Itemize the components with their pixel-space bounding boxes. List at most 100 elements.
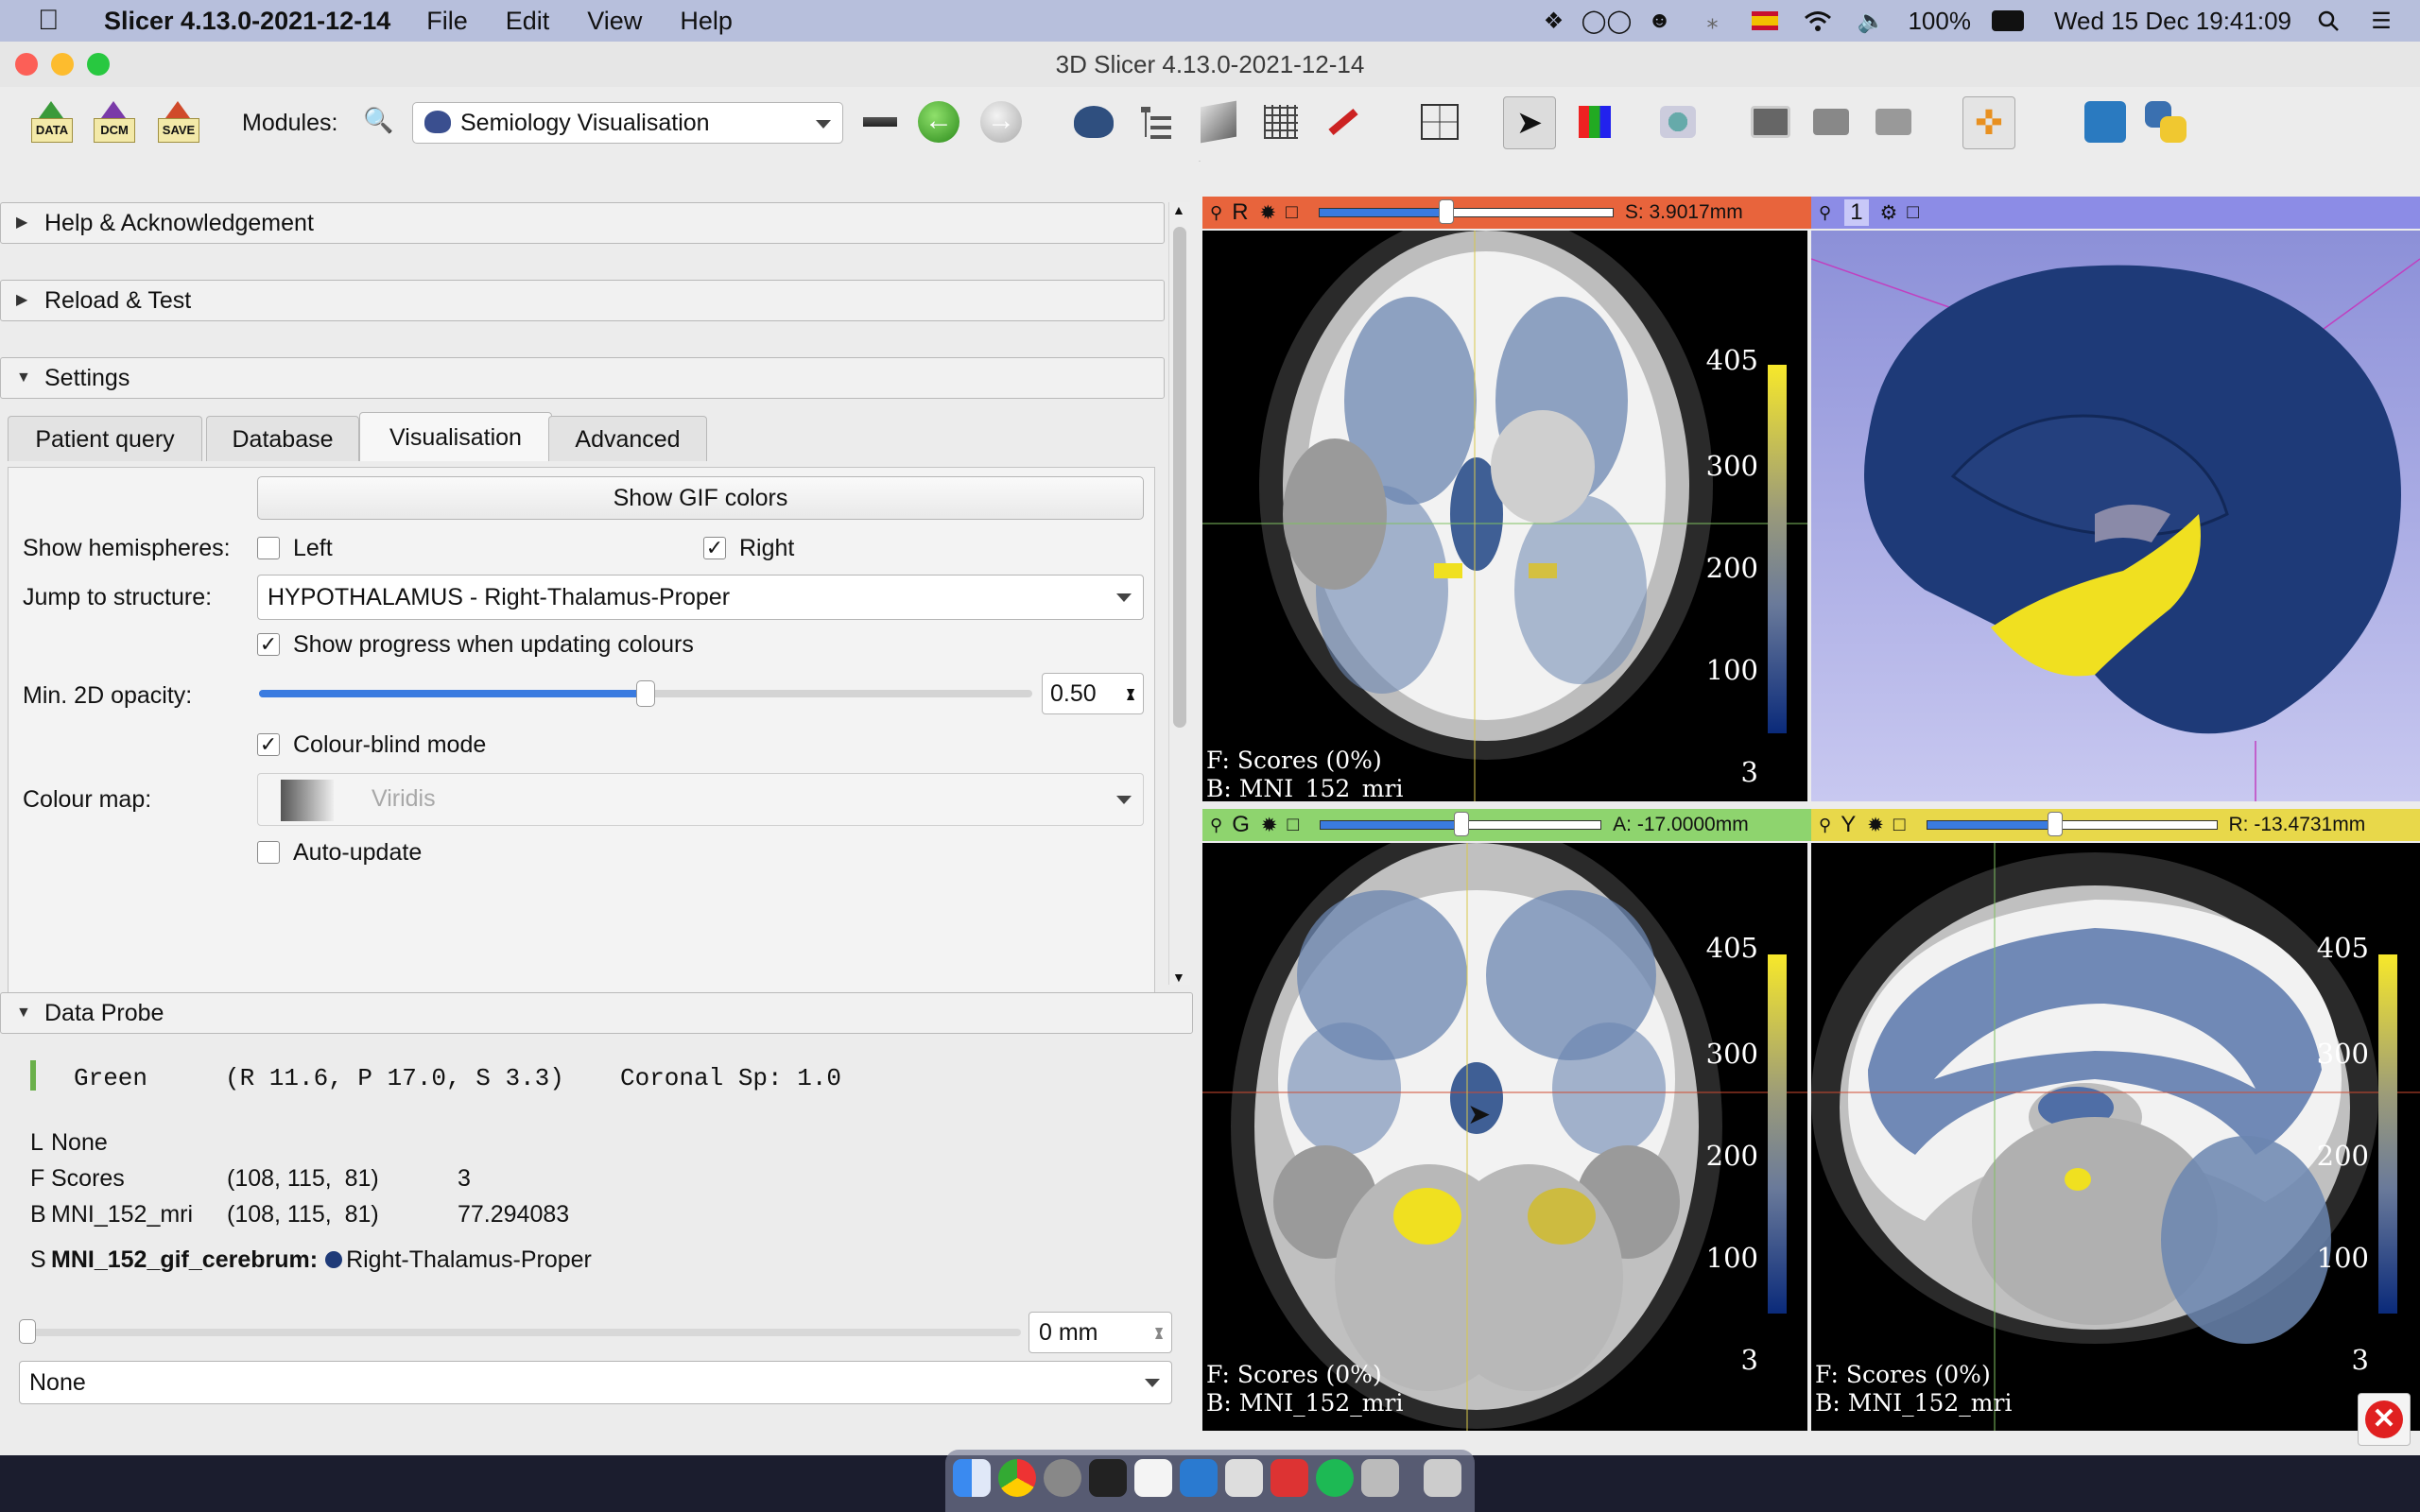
data-probe-header[interactable]: ▼ Data Probe <box>0 992 1193 1034</box>
vscode-icon[interactable] <box>1180 1459 1218 1497</box>
tab-database[interactable]: Database <box>206 416 359 461</box>
auto-update-checkbox[interactable] <box>257 841 280 864</box>
green-slice-slider-handle[interactable] <box>1454 812 1470 836</box>
menu-file[interactable]: File <box>426 7 468 36</box>
menu-view[interactable]: View <box>587 7 642 36</box>
green-slice-slider[interactable] <box>1320 812 1602 836</box>
maximize-view-icon[interactable]: □ <box>1907 201 1919 224</box>
crosshair-icon[interactable]: ✜ <box>1962 96 2015 149</box>
maximize-view-icon[interactable]: □ <box>1286 201 1298 224</box>
show-progress-checkbox[interactable]: ✓ <box>257 633 280 656</box>
jump-to-structure-select[interactable]: HYPOTHALAMUS - Right-Thalamus-Proper <box>257 575 1144 620</box>
chrome-icon[interactable] <box>998 1459 1036 1497</box>
spin-down-icon[interactable]: ▼ <box>1124 672 1137 712</box>
clock[interactable]: Wed 15 Dec 19:41:09 <box>2054 7 2291 36</box>
spin-down-icon[interactable]: ▼ <box>1152 1311 1166 1350</box>
wifi-icon[interactable] <box>1802 9 1834 33</box>
editor-brush-icon[interactable] <box>1318 96 1369 147</box>
slicer-dock-icon[interactable] <box>1361 1459 1399 1497</box>
system-preferences-icon[interactable] <box>1044 1459 1081 1497</box>
python-icon[interactable] <box>2140 96 2191 147</box>
help-section-header[interactable]: ▶ Help & Acknowledgement <box>0 202 1165 244</box>
left-hemisphere-checkbox[interactable] <box>257 537 280 559</box>
menu-help[interactable]: Help <box>680 7 733 36</box>
sequence-icon[interactable] <box>1868 96 1919 147</box>
volumes-cube-icon[interactable] <box>1193 96 1244 147</box>
slice-offset-spinbox[interactable]: 0 mm ▲ ▼ <box>1028 1312 1172 1353</box>
min-opacity-slider[interactable] <box>259 680 1032 707</box>
control-center-icon[interactable]: ☰ <box>2365 9 2397 34</box>
min-opacity-spinbox[interactable]: 0.50 ▲ ▼ <box>1042 673 1144 714</box>
models-grid-icon[interactable] <box>1255 96 1306 147</box>
yellow-slice-view[interactable]: 405 300 200 100 3 F: Scores (0%) B: MNI_… <box>1811 843 2420 1431</box>
link-icon[interactable]: ✹ <box>1261 814 1278 837</box>
pin-icon[interactable]: ⚲ <box>1819 203 1831 223</box>
settings-section-header[interactable]: ▼ Settings <box>0 357 1165 399</box>
yellow-slice-slider[interactable] <box>1926 812 2218 836</box>
back-arrow-icon[interactable]: ← <box>913 96 964 147</box>
pointer-mode-icon[interactable]: ➤ <box>1503 96 1556 149</box>
red-slice-view[interactable]: 405 300 200 100 3 F: Scores (0%) B: MNI_… <box>1202 231 1807 801</box>
dropbox-icon[interactable]: ❖ <box>1537 9 1569 34</box>
finder-icon[interactable] <box>953 1459 991 1497</box>
forward-arrow-icon[interactable]: → <box>976 96 1027 147</box>
menu-edit[interactable]: Edit <box>506 7 550 36</box>
crosshair-display-icon[interactable] <box>1652 96 1703 147</box>
colour-map-select[interactable]: Viridis <box>257 773 1144 826</box>
scene-view-icon[interactable] <box>1806 96 1857 147</box>
pin-icon[interactable]: ⚲ <box>1210 816 1222 835</box>
threed-view[interactable] <box>1811 231 2420 801</box>
battery-icon[interactable] <box>1991 9 2024 33</box>
pin-icon[interactable]: ⚲ <box>1210 203 1222 223</box>
data-module-icon[interactable] <box>1131 96 1182 147</box>
module-history-button[interactable] <box>855 96 906 147</box>
right-hemisphere-checkbox[interactable]: ✓ <box>703 537 726 559</box>
spotlight-icon[interactable] <box>2312 9 2344 33</box>
layout-icon[interactable] <box>1414 96 1465 147</box>
zotero-icon[interactable] <box>1270 1459 1308 1497</box>
maximize-view-icon[interactable]: □ <box>1287 814 1299 836</box>
panel-scrollbar[interactable]: ▲ ▼ <box>1168 202 1190 985</box>
welcome-brain-icon[interactable] <box>1068 96 1119 147</box>
trash-icon[interactable] <box>1424 1459 1461 1497</box>
module-search-icon[interactable]: 🔍 <box>363 106 393 135</box>
maximize-view-icon[interactable]: □ <box>1893 814 1906 836</box>
terminal-icon[interactable] <box>1089 1459 1127 1497</box>
error-log-button[interactable]: ✕ <box>2358 1393 2411 1446</box>
glasses-icon[interactable]: ◯◯ <box>1582 9 1633 34</box>
extensions-icon[interactable] <box>2080 96 2131 147</box>
bottom-node-select[interactable]: None <box>19 1361 1172 1404</box>
volume-icon[interactable]: 🔈 <box>1855 9 1887 34</box>
red-slice-slider[interactable] <box>1318 199 1614 224</box>
reload-section-header[interactable]: ▶ Reload & Test <box>0 280 1165 321</box>
spotify-icon[interactable] <box>1316 1459 1354 1497</box>
close-window-button[interactable] <box>15 53 38 76</box>
scrollbar-thumb[interactable] <box>1173 227 1186 728</box>
save-button[interactable]: SAVE <box>153 96 204 147</box>
link-icon[interactable]: ✹ <box>1260 201 1277 225</box>
keyboard-flag-icon[interactable] <box>1749 9 1781 33</box>
red-slice-slider-handle[interactable] <box>1438 199 1454 224</box>
yellow-slice-slider-handle[interactable] <box>2048 812 2064 836</box>
pin-icon[interactable]: ⚲ <box>1819 816 1831 835</box>
textedit-icon[interactable] <box>1134 1459 1172 1497</box>
tab-patient-query[interactable]: Patient query <box>8 416 202 461</box>
tab-visualisation[interactable]: Visualisation <box>359 412 552 461</box>
tab-advanced[interactable]: Advanced <box>548 416 707 461</box>
preview-icon[interactable] <box>1225 1459 1263 1497</box>
minimize-window-button[interactable] <box>51 53 74 76</box>
module-selector[interactable]: Semiology Visualisation <box>412 102 843 144</box>
link-icon[interactable]: ✹ <box>1867 814 1884 837</box>
slice-offset-slider[interactable] <box>19 1319 1021 1344</box>
zoom-window-button[interactable] <box>87 53 110 76</box>
show-gif-colors-button[interactable]: Show GIF colors <box>257 476 1144 520</box>
bluetooth-icon[interactable]: ⁎ <box>1696 9 1728 34</box>
colour-blind-checkbox[interactable]: ✓ <box>257 733 280 756</box>
load-data-button[interactable]: DATA <box>26 96 78 147</box>
slice-offset-handle[interactable] <box>19 1319 36 1344</box>
screenshot-icon[interactable] <box>1745 96 1796 147</box>
apple-icon[interactable]:  <box>38 5 66 37</box>
gear-icon[interactable]: ⚙ <box>1880 201 1898 225</box>
scroll-up-icon[interactable]: ▲ <box>1172 202 1185 217</box>
app-menu[interactable]: Slicer 4.13.0-2021-12-14 <box>104 7 390 36</box>
